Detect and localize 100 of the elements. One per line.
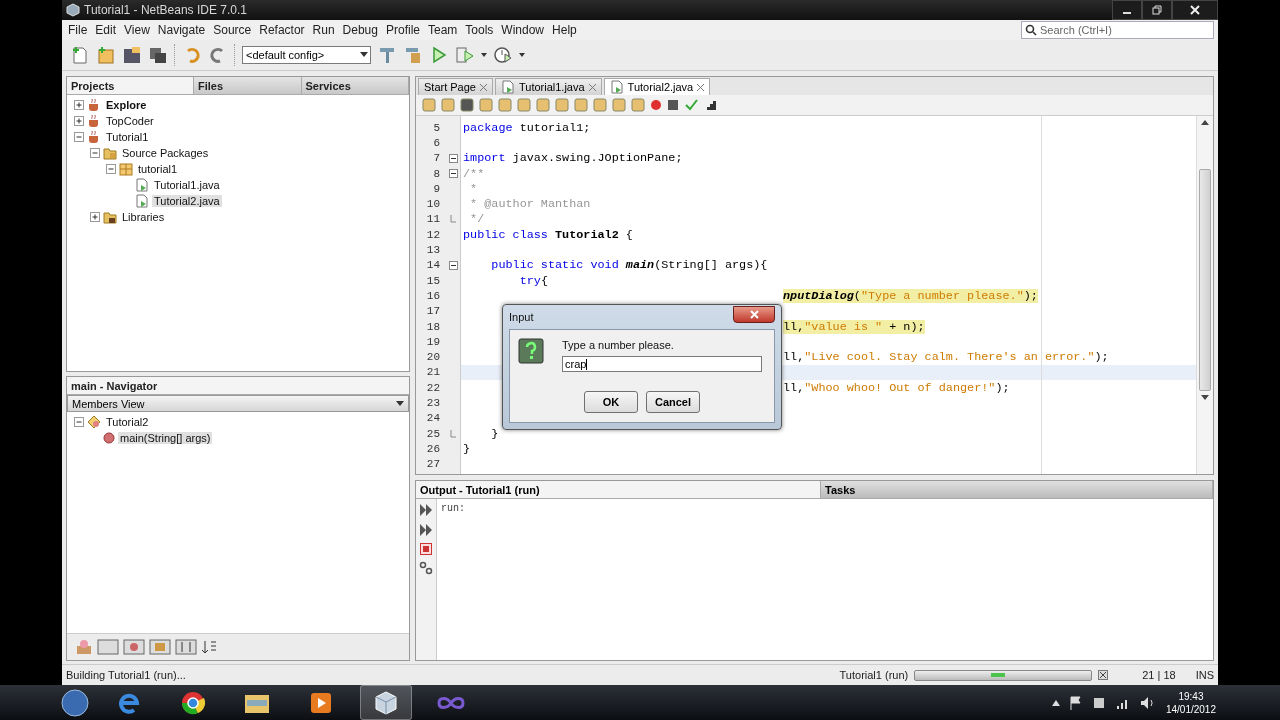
caret-position: 21 | 18 xyxy=(1142,669,1176,681)
fold-toggle-icon[interactable] xyxy=(448,153,458,163)
code-line: * @author Manthan xyxy=(469,197,591,212)
open-project-icon[interactable] xyxy=(122,45,142,65)
clock[interactable]: 19:43 14/01/2012 xyxy=(1165,689,1216,716)
minimize-button[interactable] xyxy=(1112,0,1142,20)
code-line: ll,"Live cool. Stay calm. There's an error."); xyxy=(783,350,1109,365)
menu-item[interactable]: Team xyxy=(424,23,462,37)
record-icon[interactable] xyxy=(650,99,662,111)
start-orb-icon[interactable] xyxy=(60,687,90,718)
panel-tab[interactable]: Projects xyxy=(67,77,194,94)
expand-toggle[interactable] xyxy=(90,212,100,222)
rerun-with-icon[interactable] xyxy=(419,523,433,537)
search-field[interactable]: Search (Ctrl+I) xyxy=(1021,21,1214,39)
restore-button[interactable] xyxy=(1142,0,1172,20)
tree-item[interactable]: Source Packages xyxy=(120,147,211,159)
tree-item[interactable]: tutorial1 xyxy=(136,163,180,175)
menu-item[interactable]: Run xyxy=(308,23,339,37)
menu-item[interactable]: Edit xyxy=(91,23,121,37)
line-number: 17 xyxy=(425,305,440,318)
code-line: * xyxy=(469,181,478,196)
tree-item[interactable]: Libraries xyxy=(120,211,167,223)
caret-icon[interactable] xyxy=(481,53,487,57)
menu-item[interactable]: View xyxy=(120,23,154,37)
stop-icon[interactable] xyxy=(420,543,432,555)
editor-tab[interactable]: Start Page xyxy=(418,78,493,95)
menu-item[interactable]: Source xyxy=(209,23,256,37)
tree-item[interactable]: TopCoder xyxy=(104,115,156,127)
close-button[interactable] xyxy=(733,305,775,323)
input-field[interactable]: crap xyxy=(562,356,762,372)
stop-icon[interactable] xyxy=(460,98,474,112)
editor-tab[interactable]: Tutorial2.java xyxy=(603,78,711,95)
menu-item[interactable]: Refactor xyxy=(255,23,309,37)
line-number: 26 xyxy=(425,442,440,455)
menu-item[interactable]: Tools xyxy=(461,23,498,37)
editor-tab[interactable]: Tutorial1.java xyxy=(495,78,602,95)
scroll-up-icon[interactable] xyxy=(1201,120,1209,125)
sort-icon[interactable] xyxy=(201,639,217,655)
static-filter-icon[interactable] xyxy=(123,639,145,655)
close-button[interactable] xyxy=(1172,0,1218,20)
hammer-icon[interactable] xyxy=(377,45,397,65)
expand-toggle[interactable] xyxy=(74,116,84,126)
expand-toggle[interactable] xyxy=(74,100,84,110)
search-icon[interactable] xyxy=(1025,24,1037,36)
line-number: 19 xyxy=(425,335,440,348)
scrollbar-thumb[interactable] xyxy=(1199,169,1211,391)
fold-toggle-icon[interactable] xyxy=(448,169,458,179)
panel-tab[interactable]: Output - Tutorial1 (run) xyxy=(416,481,821,498)
profile-icon[interactable] xyxy=(493,45,513,65)
panel-tab[interactable]: Services xyxy=(301,77,409,94)
menu-item[interactable]: Navigate xyxy=(153,23,210,37)
line-number: 21 xyxy=(425,366,440,379)
menu-item[interactable]: File xyxy=(64,23,92,37)
tree-item[interactable]: Tutorial1 xyxy=(104,131,151,143)
cancel-button[interactable]: Cancel xyxy=(646,391,700,413)
tree-item[interactable]: Tutorial1.java xyxy=(152,179,222,191)
line-number: 11 xyxy=(425,213,440,226)
code-line: } xyxy=(490,426,499,441)
new-file-icon[interactable] xyxy=(70,45,90,65)
view-dropdown[interactable]: Members View xyxy=(67,395,409,412)
line-number: 13 xyxy=(425,244,440,256)
panel-tab[interactable]: Files xyxy=(194,77,302,94)
tray-arrow-icon[interactable] xyxy=(1051,699,1060,706)
collapse-toggle[interactable] xyxy=(74,417,84,427)
code-line: } xyxy=(463,441,471,456)
new-project-icon[interactable] xyxy=(96,45,116,65)
taskbar-button[interactable] xyxy=(360,685,412,720)
tree-item[interactable]: Explore xyxy=(104,99,149,111)
collapse-toggle[interactable] xyxy=(74,132,84,142)
menu-item[interactable]: Window xyxy=(497,23,549,37)
cube-icon xyxy=(373,689,399,716)
stop-icon[interactable] xyxy=(667,99,679,111)
panel-tab[interactable]: Tasks xyxy=(821,481,1213,498)
menu-item[interactable]: Profile xyxy=(382,23,424,37)
collapse-toggle[interactable] xyxy=(106,164,116,174)
cancel-task-icon[interactable] xyxy=(1098,670,1109,680)
debug-icon[interactable] xyxy=(455,45,475,65)
menu-item[interactable]: Debug xyxy=(338,23,382,37)
config-dropdown[interactable]: <default config> xyxy=(242,46,371,64)
caret-icon[interactable] xyxy=(519,53,525,57)
close-project-icon[interactable] xyxy=(148,45,168,65)
class-icon xyxy=(87,415,101,429)
java-file-icon xyxy=(501,80,515,94)
line-number: 15 xyxy=(425,274,440,287)
scroll-down-icon[interactable] xyxy=(1201,395,1209,400)
check-icon[interactable] xyxy=(684,98,698,112)
code-line: public class Tutorial2 { xyxy=(463,227,633,242)
fold-toggle-icon[interactable] xyxy=(448,260,458,270)
restore-icon[interactable] xyxy=(1152,5,1162,15)
code-line: */ xyxy=(469,212,485,227)
tree-item[interactable]: Tutorial2.java xyxy=(152,195,222,207)
volume-icon[interactable] xyxy=(1139,695,1156,710)
tree-item[interactable]: main(String[] args) xyxy=(118,432,213,444)
collapse-toggle[interactable] xyxy=(90,148,100,158)
tree-item[interactable]: Tutorial2 xyxy=(104,416,151,428)
ok-button[interactable]: OK xyxy=(584,391,638,413)
rerun-icon[interactable] xyxy=(419,503,433,517)
menu-item[interactable]: Help xyxy=(548,23,581,37)
flag-icon[interactable] xyxy=(1069,695,1082,710)
line-number: 14 xyxy=(425,259,440,272)
